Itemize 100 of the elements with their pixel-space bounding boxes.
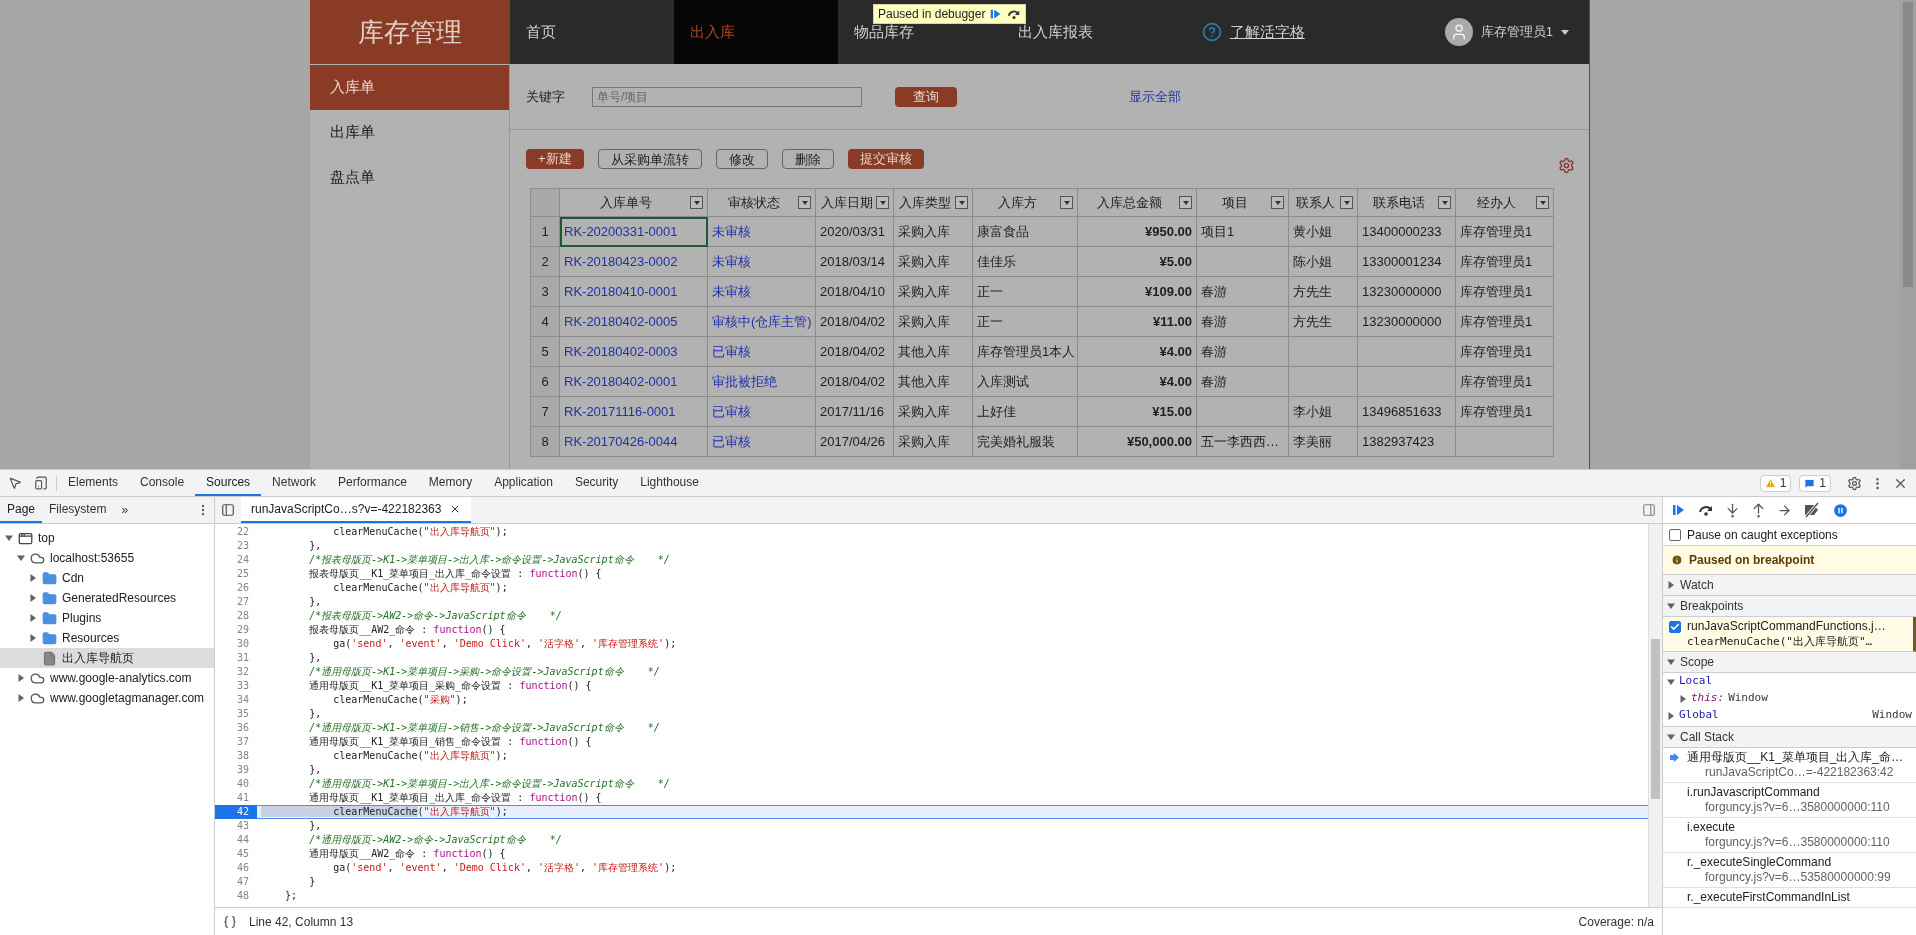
nav-tab[interactable]: 物品库存 [854,20,914,44]
toolbar-button[interactable]: 删除 [781,149,834,169]
step-icon[interactable] [1777,502,1792,518]
scope-item[interactable]: Local [1663,673,1916,690]
warning-badge[interactable]: 1 [1759,474,1792,492]
call-frame[interactable]: i.execute forguncy.js?v=6…3580000000:110 [1663,818,1916,853]
devtools-tab[interactable]: Elements [57,470,130,496]
filter-button[interactable] [1271,196,1284,209]
triangle-icon[interactable] [17,674,25,682]
devtools-tab[interactable]: Memory [417,470,484,496]
triangle-icon[interactable] [5,534,13,542]
toolbar-button[interactable]: 提交审核 [847,149,924,169]
filter-button[interactable] [1536,196,1549,209]
section-header[interactable]: Call Stack [1663,727,1916,748]
help-icon[interactable] [1201,22,1222,42]
step-into-icon[interactable] [1725,502,1740,518]
nav-tab[interactable]: 首页 [526,20,556,44]
tree-item[interactable]: www.googletagmanager.com [0,688,214,708]
triangle-icon[interactable] [1667,677,1675,686]
navigator-tab[interactable]: Page [0,497,43,523]
avatar[interactable] [1444,18,1473,46]
devtools-tab[interactable]: Application [483,470,564,496]
link-cell[interactable]: RK-20180402-0003 [560,337,708,367]
sidebar-item[interactable]: 出库单 [310,110,509,155]
tree-item[interactable]: www.google-analytics.com [0,668,214,688]
panel-toggle-icon[interactable] [221,503,235,517]
show-all-link[interactable]: 显示全部 [1129,86,1181,107]
pause-icon[interactable] [1832,501,1849,519]
device-icon[interactable] [34,476,48,490]
breakpoint-item[interactable]: runJavaScriptCommandFunctions.j… clearMenuCache("出入库导航页"… [1663,617,1916,652]
link-cell[interactable]: RK-20200331-0001 [560,217,708,247]
devtools-tab[interactable]: Lighthouse [629,470,710,496]
triangle-icon[interactable] [29,634,37,642]
link-cell[interactable]: 未审核 [708,247,816,277]
triangle-icon[interactable] [17,694,25,702]
pretty-print-icon[interactable] [223,914,237,929]
devtools-tab[interactable]: Performance [327,470,418,496]
tree-item[interactable]: localhost:53655 [0,548,214,568]
triangle-icon[interactable] [29,594,37,602]
link-cell[interactable]: 已审核 [708,337,816,367]
tree-item[interactable]: Resources [0,628,214,648]
inspect-icon[interactable] [8,476,22,490]
devtools-tab[interactable]: Console [129,470,196,496]
call-frame[interactable]: 通用母版页__K1_菜单项目_出入库_命… runJavaScriptCo…=-422182363:42 [1663,748,1916,783]
toolbar-button[interactable]: 从采购单流转 [597,149,702,169]
tree-item[interactable]: top [0,528,214,548]
filter-button[interactable] [1438,196,1451,209]
toolbar-button[interactable]: +新建 [526,149,584,169]
triangle-icon[interactable] [1667,733,1675,741]
triangle-icon[interactable] [1667,658,1675,666]
link-cell[interactable]: RK-20180410-0001 [560,277,708,307]
link-cell[interactable]: 未审核 [708,217,816,247]
checkbox[interactable] [1669,528,1681,541]
sidebar-item[interactable]: 盘点单 [310,155,509,200]
section-header[interactable]: Breakpoints [1663,596,1916,617]
triangle-icon[interactable] [17,554,25,562]
message-badge[interactable]: 1 [1799,474,1831,492]
tree-item[interactable]: 出入库导航页 [0,648,214,668]
devtools-tab[interactable]: Network [261,470,328,496]
link-cell[interactable]: RK-20170426-0044 [560,427,708,457]
checkbox[interactable] [1669,621,1681,633]
link-cell[interactable]: 审核中(仓库主管) [708,307,816,337]
filter-button[interactable] [955,196,968,209]
triangle-icon[interactable] [1667,711,1675,720]
filter-button[interactable] [1179,196,1192,209]
settings-icon[interactable] [1847,475,1862,491]
call-frame[interactable]: i.runJavascriptCommand forguncy.js?v=6…3580000000:110 [1663,783,1916,818]
tree-item[interactable]: GeneratedResources [0,588,214,608]
filter-button[interactable] [798,196,811,209]
triangle-icon[interactable] [29,614,37,622]
triangle-icon[interactable] [1679,694,1687,703]
link-cell[interactable]: RK-20171116-0001 [560,397,708,427]
link-cell[interactable]: 未审核 [708,277,816,307]
section-header[interactable]: Watch [1663,575,1916,596]
devtools-tab[interactable]: Security [563,470,630,496]
user-name[interactable]: 库存管理员1 [1480,22,1553,42]
link-cell[interactable]: RK-20180402-0005 [560,307,708,337]
filter-button[interactable] [876,196,889,209]
filter-button[interactable] [1060,196,1073,209]
link-cell[interactable]: RK-20180423-0002 [560,247,708,277]
call-frame[interactable]: r._executeSingleCommand forguncy.js?v=6…53580000000:99 [1663,853,1916,888]
navigator-tab[interactable]: Filesystem [42,497,114,523]
tree-item[interactable]: Cdn [0,568,214,588]
nav-tab[interactable]: 出入库报表 [1018,20,1093,44]
tree-item[interactable]: Plugins [0,608,214,628]
link-cell[interactable]: 已审核 [708,397,816,427]
search-field[interactable]: 单号/项目 [592,86,862,107]
caret-icon[interactable] [1561,29,1569,35]
toolbar-button[interactable]: 修改 [715,149,768,169]
scope-item[interactable]: Global [1679,707,1719,724]
settings-icon[interactable] [1558,157,1575,174]
help-link[interactable]: 了解活字格 [1229,20,1305,44]
search-button[interactable]: 查询 [895,86,957,107]
triangle-icon[interactable] [1667,581,1675,589]
link-cell[interactable]: 审批被拒绝 [708,367,816,397]
call-frame[interactable]: r._executeFirstCommandInList [1663,888,1916,908]
filter-button[interactable] [1340,196,1353,209]
link-cell[interactable]: RK-20180402-0001 [560,367,708,397]
link-cell[interactable]: 已审核 [708,427,816,457]
filter-button[interactable] [690,196,703,209]
